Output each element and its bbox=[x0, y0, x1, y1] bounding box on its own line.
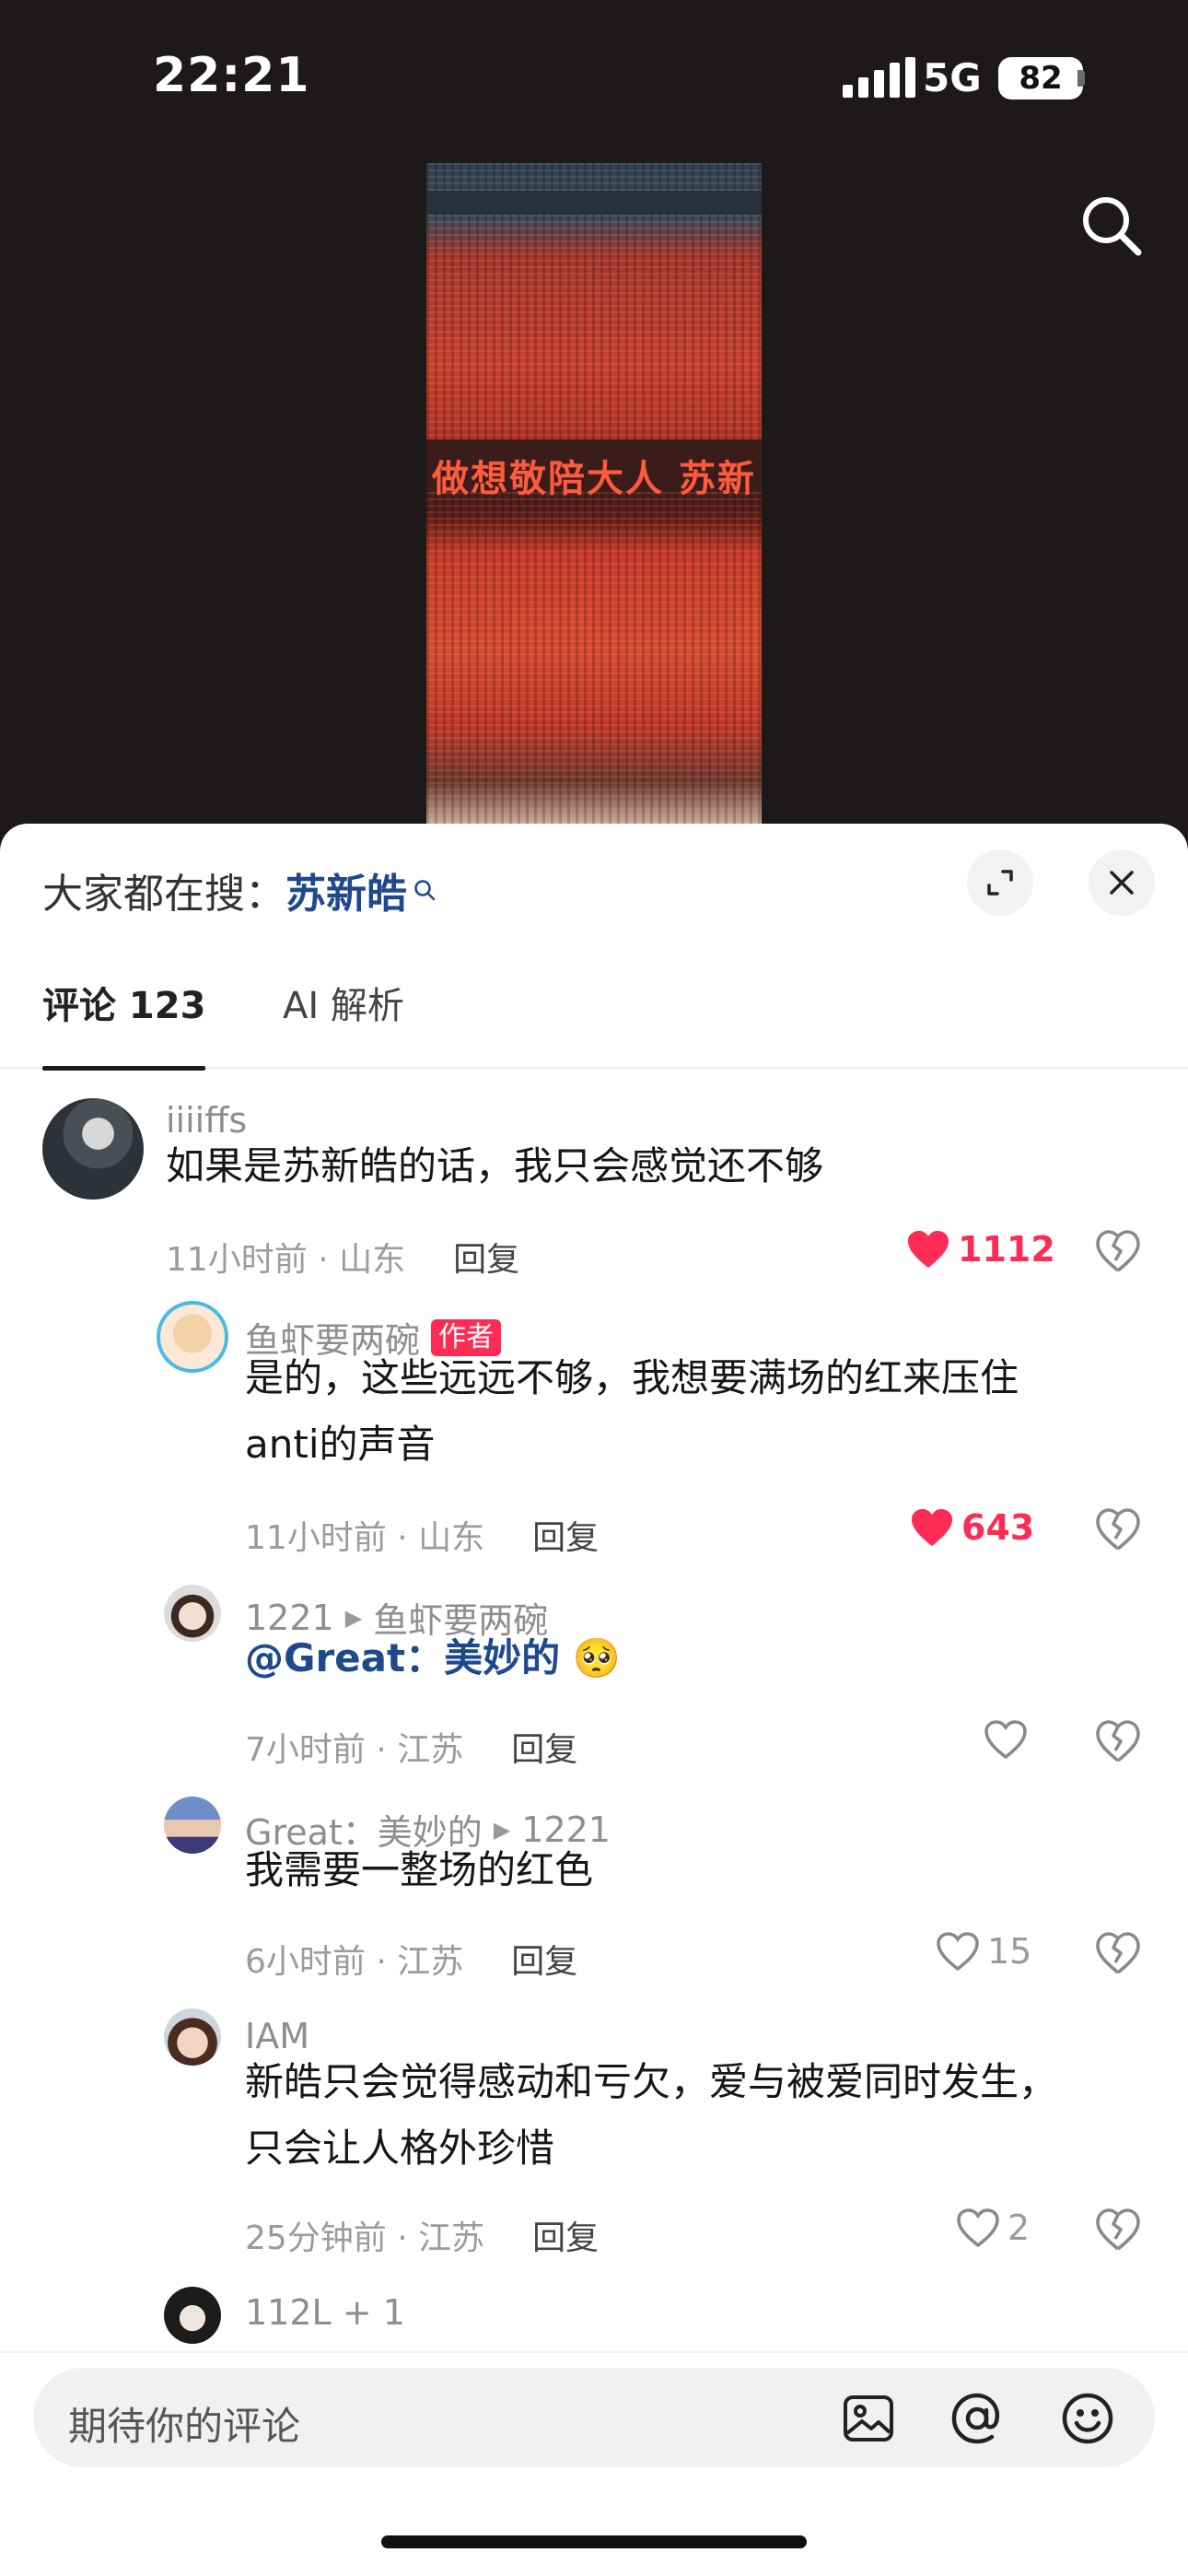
comment-time: 25分钟前 · 江苏 bbox=[245, 2219, 485, 2257]
mention-link[interactable]: @Great：美妙的 bbox=[245, 1635, 560, 1680]
like-button[interactable]: 643 bbox=[910, 1507, 1034, 1548]
trending-search[interactable]: 大家都在搜： 苏新皓 bbox=[42, 861, 437, 919]
search-icon bbox=[414, 880, 436, 901]
close-button[interactable] bbox=[1089, 849, 1155, 916]
comment-text: 如果是苏新皓的话，我只会感觉还不够 bbox=[166, 1143, 824, 1188]
like-count: 2 bbox=[1007, 2207, 1031, 2248]
trend-prefix: 大家都在搜： bbox=[42, 871, 285, 918]
comment-text: 是的，这些远远不够，我想要满场的红来压住 anti的声音 bbox=[245, 1355, 1019, 1467]
avatar[interactable] bbox=[164, 1585, 221, 1642]
comment-time: 7小时前 · 江苏 bbox=[245, 1731, 464, 1769]
network-type: 5G bbox=[923, 55, 982, 100]
reply-button[interactable]: 回复 bbox=[511, 1723, 577, 1771]
expand-icon bbox=[987, 870, 1013, 896]
dislike-icon[interactable] bbox=[1094, 1227, 1142, 1275]
signal-icon bbox=[843, 57, 915, 98]
heart-icon bbox=[957, 2208, 999, 2248]
comment-meta: 11小时前 · 山东 回复 bbox=[166, 1233, 519, 1281]
tab-comments[interactable]: 评论 123 bbox=[42, 980, 206, 1071]
comment-meta: 7小时前 · 江苏 回复 bbox=[245, 1723, 577, 1771]
image-icon[interactable] bbox=[840, 2390, 897, 2447]
like-button[interactable]: 15 bbox=[936, 1931, 1031, 1972]
like-count: 643 bbox=[961, 1507, 1035, 1548]
comment-text: @Great：美妙的 🥺 bbox=[245, 1625, 621, 1692]
stadium-top-banner bbox=[426, 191, 762, 215]
avatar[interactable] bbox=[157, 1301, 228, 1373]
comment-time: 11小时前 · 山东 bbox=[245, 1519, 485, 1557]
comment-text: 新皓只会觉得感动和亏欠，爱与被爱同时发生， 只会让人格外珍惜 bbox=[245, 2059, 1058, 2171]
avatar[interactable] bbox=[164, 2008, 221, 2066]
close-icon bbox=[1110, 871, 1134, 895]
emoji: 🥺 bbox=[572, 1635, 621, 1680]
at-icon[interactable] bbox=[949, 2390, 1006, 2447]
heart-icon bbox=[908, 1231, 949, 1268]
reply-button[interactable]: 回复 bbox=[532, 2211, 599, 2259]
comment-input[interactable]: 期待你的评论 bbox=[33, 2368, 1155, 2467]
comment-username[interactable]: 112L + 1 bbox=[245, 2292, 405, 2333]
like-button[interactable] bbox=[984, 1719, 1035, 1760]
search-icon[interactable] bbox=[1077, 192, 1146, 260]
reply-button[interactable]: 回复 bbox=[532, 1511, 599, 1559]
expand-button[interactable] bbox=[967, 849, 1033, 916]
comment-input-placeholder: 期待你的评论 bbox=[68, 2404, 301, 2449]
home-indicator[interactable] bbox=[381, 2535, 807, 2548]
heart-icon bbox=[984, 1720, 1027, 1760]
comment-meta: 11小时前 · 山东 回复 bbox=[245, 1511, 599, 1559]
trend-keyword[interactable]: 苏新皓 bbox=[285, 861, 407, 919]
avatar[interactable] bbox=[164, 1797, 221, 1854]
like-button[interactable]: 1112 bbox=[906, 1229, 1055, 1270]
dislike-icon[interactable] bbox=[1094, 1929, 1142, 1977]
heart-icon bbox=[912, 1509, 952, 1546]
like-count: 1112 bbox=[958, 1229, 1055, 1270]
like-count: 15 bbox=[987, 1931, 1032, 1972]
reply-button[interactable]: 回复 bbox=[453, 1233, 519, 1281]
video-area[interactable]: 22:21 5G 82 做想敬陪大人 苏新 bbox=[0, 0, 1188, 829]
like-button[interactable]: 2 bbox=[956, 2207, 1030, 2248]
comment-tabs: 评论 123 AI 解析 bbox=[0, 980, 1188, 1071]
heart-icon bbox=[937, 1932, 979, 1972]
comment-meta: 6小时前 · 江苏 回复 bbox=[245, 1935, 577, 1983]
emoji-icon[interactable] bbox=[1059, 2390, 1116, 2447]
reply-button[interactable]: 回复 bbox=[511, 1935, 577, 1983]
tab-ai-analysis[interactable]: AI 解析 bbox=[283, 980, 404, 1069]
comment-text: 我需要一整场的红色 bbox=[245, 1847, 594, 1892]
video-frame[interactable]: 做想敬陪大人 苏新 bbox=[426, 163, 762, 829]
status-time: 22:21 bbox=[153, 48, 310, 103]
avatar[interactable] bbox=[42, 1098, 144, 1200]
stadium-banner-text: 做想敬陪大人 苏新 bbox=[432, 458, 756, 500]
battery-icon: 82 bbox=[998, 57, 1083, 100]
dislike-icon[interactable] bbox=[1094, 2206, 1142, 2254]
comment-sheet: 大家都在搜： 苏新皓 评论 123 AI 解析 iiiiffs 如果是苏新皓的话… bbox=[0, 824, 1188, 2576]
dislike-icon[interactable] bbox=[1094, 1505, 1142, 1553]
dislike-icon[interactable] bbox=[1094, 1717, 1142, 1765]
comment-meta: 25分钟前 · 江苏 回复 bbox=[245, 2211, 599, 2259]
avatar[interactable] bbox=[164, 2287, 221, 2344]
comment-time: 11小时前 · 山东 bbox=[166, 1241, 406, 1279]
battery-tip bbox=[1077, 70, 1085, 87]
comment-time: 6小时前 · 江苏 bbox=[245, 1943, 464, 1981]
